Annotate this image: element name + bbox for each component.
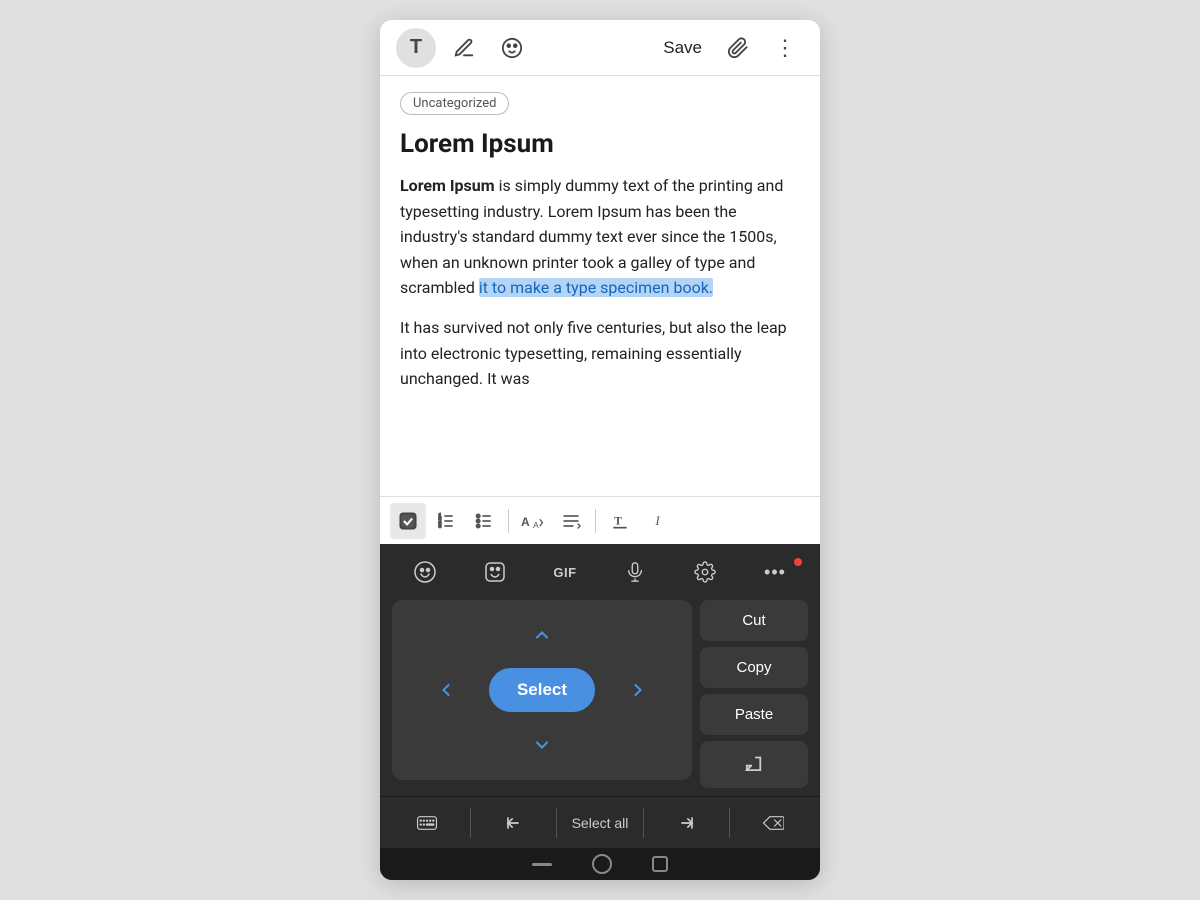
content-area: Uncategorized Lorem Ipsum Lorem Ipsum is… — [380, 76, 820, 496]
category-badge[interactable]: Uncategorized — [400, 92, 509, 115]
nav-down-button[interactable] — [520, 723, 564, 767]
select-all-button[interactable]: Select all — [557, 801, 643, 845]
more-keyboard-button[interactable]: ••• — [742, 552, 808, 592]
enter-button[interactable] — [700, 741, 808, 788]
recents-nav[interactable] — [652, 856, 668, 872]
format-toolbar: 1 2 3 A A — [380, 496, 820, 544]
italic-button[interactable]: I — [640, 503, 676, 539]
cut-button[interactable]: Cut — [700, 600, 808, 641]
selected-text: it to make a type specimen book. — [479, 278, 713, 297]
bottom-nav-bar — [380, 848, 820, 880]
paste-button[interactable]: Paste — [700, 694, 808, 735]
svg-text:T: T — [614, 514, 622, 527]
svg-text:A: A — [533, 519, 539, 529]
back-nav[interactable] — [532, 863, 552, 866]
action-panel: Cut Copy Paste — [700, 600, 808, 788]
delete-button[interactable] — [730, 801, 816, 845]
nav-pad: Select — [392, 600, 692, 780]
ordered-list-button[interactable]: 1 2 3 — [428, 503, 464, 539]
format-divider — [508, 509, 509, 533]
svg-text:A: A — [521, 515, 530, 529]
text-underline-button[interactable]: T — [602, 503, 638, 539]
nav-left-button[interactable] — [424, 668, 468, 712]
select-button[interactable]: Select — [489, 668, 595, 712]
nav-right-button[interactable] — [616, 668, 660, 712]
jump-end-button[interactable] — [644, 801, 730, 845]
doc-title: Lorem Ipsum — [400, 129, 800, 159]
palette-icon-button[interactable] — [492, 28, 532, 68]
keyboard-area: GIF ••• — [380, 544, 820, 880]
body-paragraph-2: It has survived not only five centuries,… — [400, 315, 800, 392]
copy-button[interactable]: Copy — [700, 647, 808, 688]
keyboard-bottom-bar: Select all — [380, 796, 820, 848]
home-nav[interactable] — [592, 854, 612, 874]
nav-up-button[interactable] — [520, 613, 564, 657]
notification-badge — [794, 558, 802, 566]
unordered-list-button[interactable] — [466, 503, 502, 539]
svg-text:I: I — [655, 514, 661, 528]
selection-panel: Select Cut Copy Past — [380, 600, 820, 796]
svg-text:3: 3 — [439, 523, 442, 529]
pen-icon-button[interactable] — [444, 28, 484, 68]
align-button[interactable] — [553, 503, 589, 539]
top-toolbar: T Save ⋮ — [380, 20, 820, 76]
more-options-button[interactable]: ⋮ — [766, 31, 804, 65]
jump-start-button[interactable] — [471, 801, 557, 845]
format-divider-2 — [595, 509, 596, 533]
settings-button[interactable] — [672, 552, 738, 592]
phone-container: T Save ⋮ Uncategorized Lorem Ipsum — [380, 20, 820, 880]
text-format-button[interactable]: T — [396, 28, 436, 68]
keyboard-icon-bar: GIF ••• — [380, 544, 820, 600]
mic-button[interactable] — [602, 552, 668, 592]
attach-button[interactable] — [718, 28, 758, 68]
doc-body: Lorem Ipsum is simply dummy text of the … — [400, 173, 800, 392]
body-paragraph-1: Lorem Ipsum is simply dummy text of the … — [400, 173, 800, 301]
emoji-button[interactable] — [392, 552, 458, 592]
sticker-button[interactable] — [462, 552, 528, 592]
keyboard-toggle-button[interactable] — [384, 801, 470, 845]
gif-button[interactable]: GIF — [532, 552, 598, 592]
font-size-button[interactable]: A A — [515, 503, 551, 539]
checklist-button[interactable] — [390, 503, 426, 539]
save-button[interactable]: Save — [655, 34, 710, 62]
